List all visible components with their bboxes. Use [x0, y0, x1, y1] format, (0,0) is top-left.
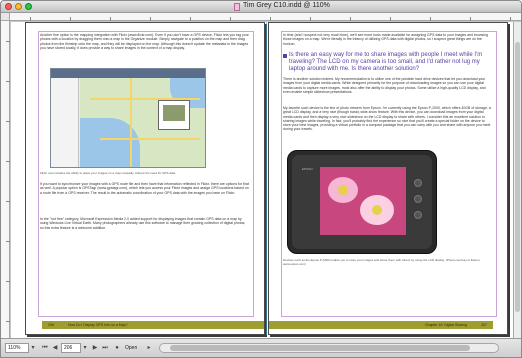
zoom-window-button[interactable] — [25, 3, 32, 10]
left-page-number: 206 — [48, 323, 54, 327]
flickr-sidebar — [51, 78, 79, 167]
document-status-text[interactable]: Open — [125, 345, 137, 351]
ruler-origin[interactable] — [1, 13, 10, 21]
device-button — [414, 195, 422, 203]
right-paragraph-1[interactable]: In time (and I suspect not very much tim… — [283, 33, 493, 46]
left-footer-bar: 206 How Do I Display GPS Info on a Map? — [42, 321, 264, 329]
horizontal-scrollbar[interactable] — [159, 343, 499, 353]
right-paragraph-3[interactable]: My favorite such device is the line of p… — [283, 106, 493, 132]
device-brand-label: EPSON — [302, 167, 313, 171]
indesign-window: Tim Grey C10.indd @ 110% Another fine op… — [0, 0, 522, 358]
close-window-button[interactable] — [5, 3, 12, 10]
left-paragraph-1[interactable]: Another fine option is the mapping integ… — [40, 33, 250, 50]
vertical-scrollbar[interactable] — [513, 22, 521, 338]
horizontal-scroll-thumb[interactable] — [170, 345, 470, 351]
zoom-dropdown-arrow-icon[interactable]: ▾ — [29, 344, 37, 352]
device-button — [414, 211, 422, 219]
page-dropdown-arrow-icon[interactable]: ▾ — [81, 344, 89, 352]
right-paragraph-2[interactable]: There is another solution indeed. My rec… — [283, 77, 493, 94]
map-view — [80, 78, 205, 167]
previous-page-icon[interactable]: ◀ — [51, 344, 59, 352]
device-caption[interactable]: Devices such as the Epson P-5000 enable … — [283, 258, 493, 267]
epson-photo-viewer-image[interactable]: EPSON — [287, 150, 437, 254]
right-page[interactable]: In time (and I suspect not very much tim… — [268, 22, 508, 335]
first-page-icon[interactable]: ⏮ — [41, 344, 49, 352]
last-page-icon[interactable]: ⏭ — [101, 344, 109, 352]
horizontal-ruler[interactable] — [10, 13, 521, 21]
spine-guide — [266, 22, 267, 335]
zoom-level-field[interactable]: 110% — [5, 343, 29, 353]
title-bar[interactable]: Tim Grey C10.indd @ 110% — [1, 1, 521, 13]
indesign-document-icon — [234, 3, 240, 11]
page-number-field[interactable]: 206 — [61, 343, 81, 353]
left-page[interactable]: Another fine option is the mapping integ… — [25, 22, 265, 335]
photo-thumbnail — [163, 105, 185, 121]
right-page-number: 207 — [481, 323, 487, 327]
browser-toolbar — [51, 69, 205, 78]
preflight-status-icon[interactable]: ● — [113, 344, 121, 352]
question-bullet — [283, 54, 287, 58]
left-paragraph-3[interactable]: In the "not free" category, Microsoft Ex… — [40, 217, 250, 230]
status-bar: 110% ▾ ⏮ ◀ 206 ▾ ▶ ⏭ ● Open ▸ — [1, 338, 521, 357]
left-footer-title: How Do I Display GPS Info on a Map? — [68, 323, 128, 327]
right-footer-bar: Chapter 10: Digital Sharing 207 — [269, 321, 493, 329]
screenshot-caption[interactable]: Flickr now includes the ability to place… — [40, 171, 250, 176]
window-title: Tim Grey C10.indd @ 110% — [243, 2, 330, 9]
status-menu-arrow-icon[interactable]: ▸ — [145, 344, 153, 352]
flickr-map-screenshot[interactable] — [50, 68, 206, 168]
device-lcd-screen — [320, 167, 406, 235]
right-footer-chapter: Chapter 10: Digital Sharing — [424, 323, 467, 327]
device-body: EPSON — [292, 155, 432, 249]
next-page-icon[interactable]: ▶ — [91, 344, 99, 352]
photo-popup — [158, 100, 190, 130]
device-button — [414, 179, 422, 187]
question-heading[interactable]: Is there an easy way for me to share ima… — [289, 52, 489, 73]
vertical-scroll-thumb[interactable] — [515, 42, 520, 312]
minimize-window-button[interactable] — [15, 3, 22, 10]
left-paragraph-2[interactable]: If you want to synchronize your images w… — [40, 182, 250, 195]
vertical-ruler[interactable] — [1, 21, 10, 338]
pasteboard[interactable]: Another fine option is the mapping integ… — [11, 22, 521, 338]
